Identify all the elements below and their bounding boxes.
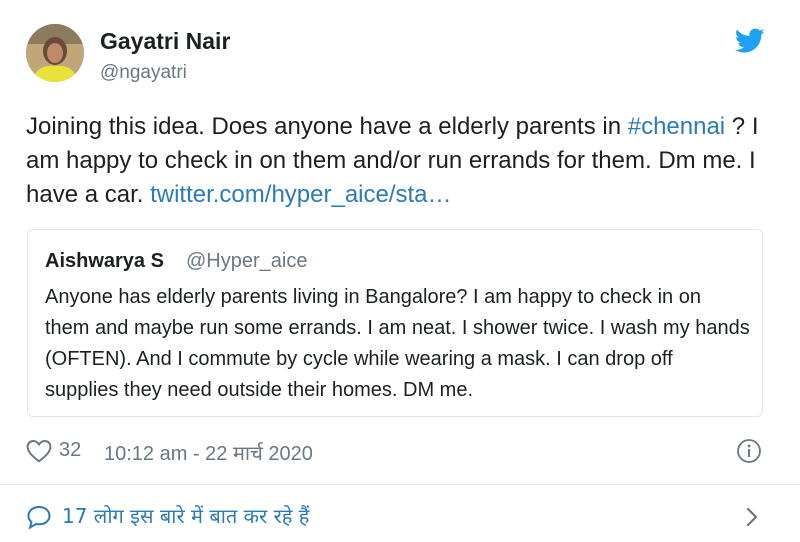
heart-icon[interactable] bbox=[26, 439, 52, 463]
quoted-author-name: Aishwarya S bbox=[45, 250, 164, 272]
timestamp[interactable]: 10:12 am - 22 मार्च 2020 bbox=[104, 439, 313, 466]
twitter-bird-icon[interactable] bbox=[735, 28, 765, 54]
url-link[interactable]: twitter.com/hyper_aice/sta… bbox=[150, 181, 451, 208]
author-name[interactable]: Gayatri Nair bbox=[100, 28, 230, 55]
chevron-right-icon bbox=[746, 507, 758, 527]
avatar-image bbox=[26, 24, 84, 82]
tweet-text: Joining this idea. Does anyone have a el… bbox=[26, 110, 776, 212]
like-count[interactable]: 32 bbox=[59, 439, 81, 462]
conversation-label: 17 लोग इस बारे में बात कर रहे हैं bbox=[62, 504, 310, 528]
quoted-tweet[interactable]: Aishwarya S @Hyper_aice Anyone has elder… bbox=[27, 229, 763, 417]
tweet-meta: 32 10:12 am - 22 मार्च 2020 bbox=[26, 436, 776, 466]
quoted-author-handle: @Hyper_aice bbox=[186, 250, 308, 272]
speech-bubble-icon bbox=[27, 505, 51, 530]
quoted-tweet-text: Anyone has elderly parents living in Ban… bbox=[45, 286, 750, 401]
avatar[interactable] bbox=[26, 24, 84, 82]
author-handle[interactable]: @ngayatri bbox=[100, 62, 187, 84]
info-icon[interactable] bbox=[736, 438, 762, 464]
conversation-link[interactable]: 17 लोग इस बारे में बात कर रहे हैं bbox=[26, 500, 766, 532]
divider bbox=[0, 484, 800, 485]
tweet-text-part: Joining this idea. Does anyone have a el… bbox=[26, 113, 628, 140]
hashtag-link[interactable]: #chennai bbox=[628, 113, 725, 140]
embedded-tweet-card: Gayatri Nair @ngayatri Joining this idea… bbox=[0, 0, 800, 542]
